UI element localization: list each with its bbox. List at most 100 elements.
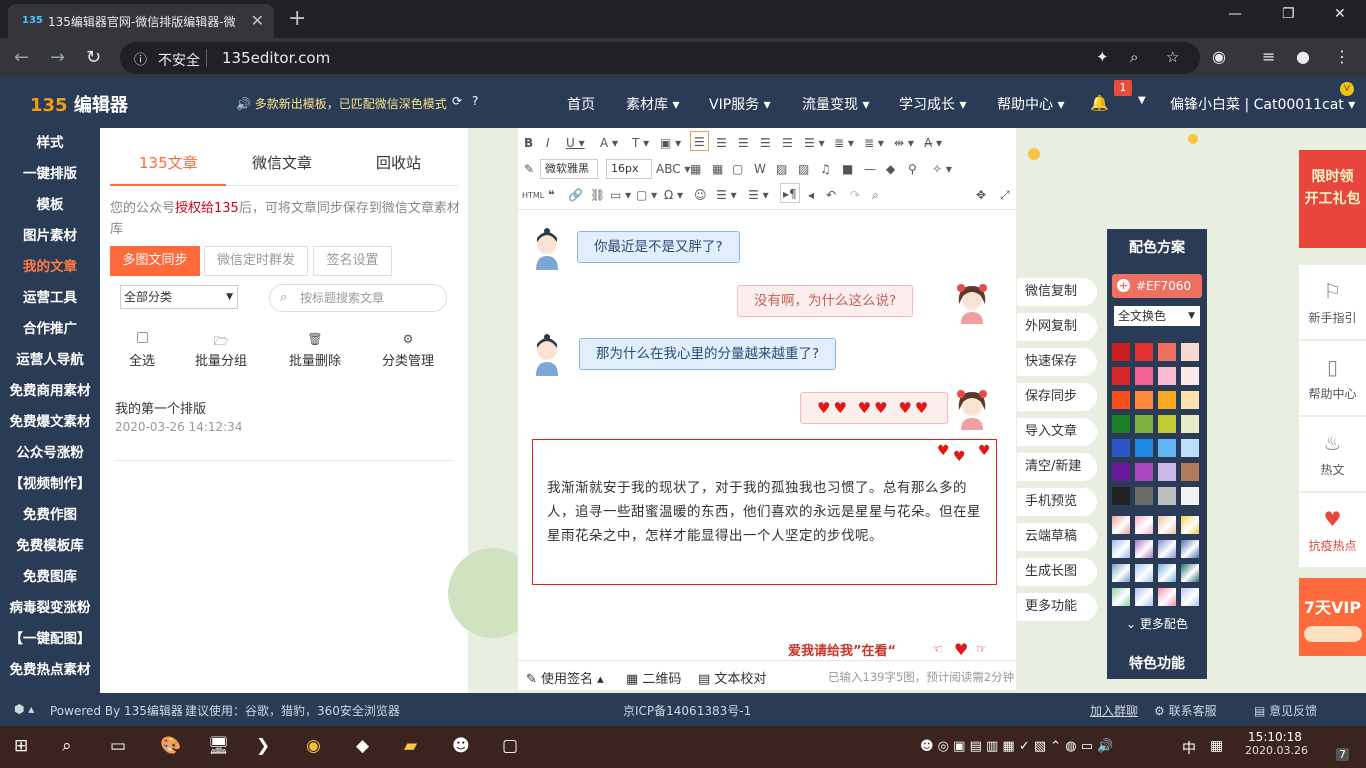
notification-dropdown-icon[interactable]: ▼ [1138,95,1146,106]
sidebar-item[interactable]: 运营人导航 [0,345,100,376]
background-color-icon[interactable]: ▣ ▾ [660,133,681,153]
text-style-icon[interactable]: T ▾ [632,133,649,153]
media-playlist-icon[interactable]: ≡ [1262,47,1275,66]
sidebar-item[interactable]: 免费爆文素材 [0,407,100,438]
side-action-button[interactable]: 外网复制 [1017,313,1097,341]
gradient-swatch[interactable] [1181,540,1199,558]
paragraph-text[interactable]: 我渐渐就安于我的现状了，对于我的孤独我也习惯了。总有那么多的人，追寻一些甜蜜温暖… [547,476,987,548]
font-color-icon[interactable]: A ▾ [600,133,618,153]
extension-puzzle-icon[interactable]: ✦ [1096,48,1109,66]
color-swatch[interactable] [1112,391,1130,409]
paragraph-box[interactable]: ♥ ♥ ♥ 我渐渐就安于我的现状了，对于我的孤独我也习惯了。总有那么多的人，追寻… [532,439,997,585]
sidebar-item[interactable]: 运营工具 [0,283,100,314]
color-swatch[interactable] [1181,463,1199,481]
bookmark-star-icon[interactable]: ☆ [1166,48,1179,66]
recolor-mode-select[interactable]: 全文换色 ▼ [1114,306,1200,326]
color-swatch[interactable] [1181,343,1199,361]
find-icon[interactable]: ⌕ [872,185,879,205]
html-source-icon[interactable]: HTML [522,186,544,206]
color-swatch[interactable] [1158,415,1176,433]
color-swatch[interactable] [1158,439,1176,457]
bold-icon[interactable]: B [524,133,533,153]
color-swatch[interactable] [1112,343,1130,361]
color-swatch[interactable] [1112,367,1130,385]
italic-icon[interactable]: I [546,133,550,153]
indent-icon[interactable]: ☰ [782,133,793,153]
tab-wechat-articles[interactable]: 微信文章 [252,152,312,173]
omega-icon[interactable]: Ω ▾ [664,185,683,205]
nav-learning[interactable]: 学习成长 ▾ [899,94,966,114]
gradient-swatch[interactable] [1112,516,1130,534]
chat-app-icon[interactable]: ☻ [452,736,470,756]
nav-home[interactable]: 首页 [567,94,595,114]
qrcode-button[interactable]: ▦ 二维码 [626,668,681,687]
color-swatch[interactable] [1181,415,1199,433]
editor-content-area[interactable] [518,210,1016,660]
article-search-input[interactable]: ⌕ 按标题搜索文章 [269,284,447,312]
powershell-app-icon[interactable]: ❯ [256,736,270,756]
video-icon[interactable]: ■ [842,159,853,179]
nav-help[interactable]: 帮助中心 ▾ [997,94,1064,114]
table-icon[interactable]: ▦ [690,159,701,179]
align-left-icon[interactable]: ☰ [690,131,709,151]
tab-recycle-bin[interactable]: 回收站 [376,152,421,173]
emphasis-icon[interactable]: ABC ▾ [656,159,690,179]
color-swatch[interactable] [1112,439,1130,457]
sidebar-item[interactable]: 公众号涨粉 [0,438,100,469]
system-clock[interactable]: 15:10:18 2020.03.26 [1245,730,1308,757]
chrome-extension-icon[interactable]: ◉ [1212,47,1226,66]
quote-icon[interactable]: ❝ [548,185,554,205]
sidebar-item[interactable]: 我的文章 [0,252,100,283]
unordered-list-icon[interactable]: ☰ ▾ [748,185,769,205]
promo-gift-banner[interactable]: 限时领 开工礼包 [1299,150,1366,248]
gradient-swatch[interactable] [1158,516,1176,534]
icp-link[interactable]: 京ICP备14061383号-1 [623,702,751,719]
color-swatch[interactable] [1135,367,1153,385]
sidebar-item[interactable]: 一键排版 [0,159,100,190]
category-select[interactable]: 全部分类 ▼ [120,285,238,309]
sidebar-item[interactable]: 免费图库 [0,562,100,593]
sidebar-item[interactable]: 病毒裂变涨粉 [0,593,100,624]
side-action-button[interactable]: 清空/新建 [1017,453,1097,481]
address-bar[interactable]: ⓘ 不安全 135editor.com ✦ ⌕ ☆ [120,42,1200,74]
side-action-button[interactable]: 快速保存 [1017,348,1097,376]
image-icon[interactable]: ▨ [776,159,787,179]
batch-group-action[interactable]: 🗁 批量分组 [195,332,247,369]
color-swatch[interactable] [1158,463,1176,481]
color-swatch[interactable] [1112,463,1130,481]
zoom-icon[interactable]: ⌕ [1130,48,1138,66]
sidebar-item[interactable]: 【视频制作】 [0,469,100,500]
side-action-button[interactable]: 微信复制 [1017,278,1097,306]
checkbox-icon[interactable] [136,332,148,343]
color-swatch[interactable] [1135,343,1153,361]
gradient-swatch[interactable] [1181,516,1199,534]
gradient-swatch[interactable] [1112,540,1130,558]
rtl-icon[interactable]: ◂ [808,185,814,205]
search-icon[interactable]: ⌕ [62,736,72,756]
color-swatch[interactable] [1135,439,1153,457]
browser-menu-icon[interactable]: ⋮ [1334,47,1350,66]
color-swatch[interactable] [1158,367,1176,385]
gradient-swatch[interactable] [1135,564,1153,582]
magic-wand-icon[interactable]: ✧ ▾ [932,159,952,179]
vip-promo-banner[interactable]: 7天VIP [1299,578,1366,656]
gradient-swatch[interactable] [1112,564,1130,582]
sidebar-item[interactable]: 免费商用素材 [0,376,100,407]
clear-format-icon[interactable]: A̶ ▾ [924,133,942,153]
line-height-icon[interactable]: ≣ ▾ [834,133,854,153]
select-all-action[interactable]: 全选 [129,332,155,369]
gradient-swatch[interactable] [1135,588,1153,606]
color-swatch[interactable] [1112,415,1130,433]
chrome-app-icon[interactable]: ◉ [306,736,321,756]
help-center-button[interactable]: ▯ 帮助中心 [1299,341,1366,415]
underline-icon[interactable]: U ▾ [566,133,585,153]
side-action-button[interactable]: 生成长图 [1017,558,1097,586]
sidebar-item[interactable]: 微信小程序 [0,686,100,693]
list-icon[interactable]: ☰ ▾ [804,133,825,153]
notification-center-badge[interactable]: 7 [1336,748,1349,761]
window-minimize-button[interactable]: — [1228,6,1242,22]
contact-support-link[interactable]: ⚙ 联系客服 [1154,702,1217,719]
letter-spacing-icon[interactable]: ⇹ ▾ [894,133,914,153]
window-restore-button[interactable]: ❐ [1282,6,1295,22]
sidebar-item[interactable]: 图片素材 [0,221,100,252]
